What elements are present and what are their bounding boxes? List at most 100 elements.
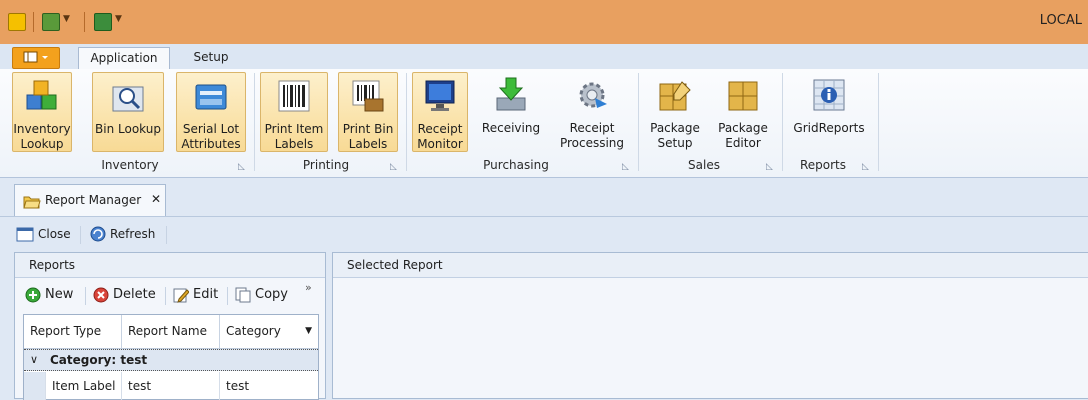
dialog-launcher-icon[interactable]: ◺ [622,162,629,172]
toolbar-separator [227,287,228,305]
package-pencil-icon [659,81,691,111]
add-icon [25,287,41,303]
button-label: GridReports [793,121,865,135]
button-label: Package Editor [718,121,768,150]
monitor-icon [425,80,455,111]
title-bar: ▼ ▼ LOCAL [0,0,1088,44]
ribbon: Inventory Lookup Bin Lookup Serial Lot A… [0,69,1088,178]
toolbar-separator [166,226,167,244]
cubes-icon [26,80,57,110]
quick-action-icon[interactable] [42,13,60,31]
column-header-label: Category [226,324,281,338]
column-header-report-name[interactable]: Report Name [122,315,220,349]
refresh-icon [90,226,106,242]
document-tab-bar: Report Manager ✕ [0,178,1088,217]
group-label-purchasing: Purchasing [483,158,549,172]
button-label: Receipt Processing [559,121,625,150]
group-row[interactable]: ∨ Category: test [24,349,318,371]
barcode-bin-icon [352,80,384,112]
toolbar-separator [85,287,86,305]
group-separator [254,73,255,171]
button-label: Receipt Monitor [417,122,463,151]
group-separator [638,73,639,171]
button-label: Receiving [481,121,541,135]
column-header-report-type[interactable]: Report Type [24,315,122,349]
cell-report-type[interactable]: Item Label [46,372,122,400]
receipt-processing-button[interactable]: Receipt Processing [556,72,628,152]
serial-lot-attributes-button[interactable]: Serial Lot Attributes [176,72,246,152]
receiving-arrow-icon [496,77,526,111]
dialog-launcher-icon[interactable]: ◺ [238,162,245,172]
delete-button[interactable]: Delete [113,287,156,302]
receiving-button[interactable]: Receiving [476,72,546,152]
dialog-launcher-icon[interactable]: ◺ [862,162,869,172]
group-label-printing: Printing [302,158,350,172]
group-separator [782,73,783,171]
selected-report-panel: Selected Report [332,252,1088,399]
tab-report-manager[interactable]: Report Manager ✕ [14,184,166,216]
filter-dropdown-icon[interactable]: ▼ [305,315,312,348]
reports-panel-title: Reports [29,258,76,272]
copy-icon [235,287,251,303]
delete-icon [93,287,109,303]
dialog-launcher-icon[interactable]: ◺ [390,162,397,172]
chevron-down-icon[interactable]: ▼ [115,14,122,24]
dialog-launcher-icon[interactable]: ◺ [766,162,773,172]
group-separator [878,73,879,171]
group-label-sales: Sales [688,158,720,172]
toolbar: Close Refresh [14,222,1088,248]
cell-report-name[interactable]: test [122,372,220,400]
app-icon[interactable] [8,13,26,31]
grid-info-icon [813,79,845,111]
close-button[interactable]: Close [38,227,71,241]
refresh-button[interactable]: Refresh [110,227,155,241]
qat-separator [33,12,34,32]
tab-application[interactable]: Application [78,47,170,69]
window-close-icon [16,227,34,242]
chevron-down-icon[interactable]: ▼ [63,14,70,24]
toolbar-separator [80,226,81,244]
button-label: Serial Lot Attributes [181,122,241,151]
table-row-indent [24,372,46,400]
gridreports-button[interactable]: GridReports [788,72,870,152]
print-bin-labels-button[interactable]: Print Bin Labels [338,72,398,152]
close-icon[interactable]: ✕ [151,192,161,206]
button-label: Package Setup [650,121,700,150]
application-menu-button[interactable] [12,47,60,69]
edit-button[interactable]: Edit [193,287,218,302]
toolbar-separator [165,287,166,305]
bin-lookup-button[interactable]: Bin Lookup [92,72,164,152]
copy-button[interactable]: Copy [255,287,288,302]
button-label: Print Item Labels [264,122,324,151]
reports-panel: Reports New Delete Edit Copy » Report Ty… [14,252,326,400]
tab-label: Report Manager [45,193,142,207]
tab-setup[interactable]: Setup [180,47,242,69]
menu-icon [23,51,48,63]
reports-panel-header: Reports [15,253,325,278]
group-separator [406,73,407,171]
barcode-icon [278,80,310,112]
print-item-labels-button[interactable]: Print Item Labels [260,72,328,152]
more-options-icon[interactable]: » [305,281,312,294]
selected-report-header: Selected Report [333,253,1088,278]
package-setup-button[interactable]: Package Setup [644,72,706,152]
cell-category[interactable]: test [220,372,318,400]
customize-icon[interactable] [94,13,112,31]
button-label: Print Bin Labels [342,122,394,151]
inventory-lookup-button[interactable]: Inventory Lookup [12,72,72,152]
button-label: Bin Lookup [95,122,161,136]
ribbon-tab-strip: Application Setup [0,44,1088,70]
card-scanner-icon [195,84,227,110]
new-button[interactable]: New [45,287,73,302]
chevron-down-icon[interactable]: ∨ [30,353,38,366]
group-label: Category: test [50,353,148,367]
column-header-category[interactable]: Category ▼ [220,315,318,349]
package-icon [728,81,758,111]
reports-toolbar: New Delete Edit Copy » [15,279,325,311]
edit-icon [173,288,189,303]
group-label-reports: Reports [799,158,847,172]
button-label: Inventory Lookup [13,122,71,151]
selected-report-title: Selected Report [347,258,443,272]
receipt-monitor-button[interactable]: Receipt Monitor [412,72,468,152]
package-editor-button[interactable]: Package Editor [712,72,774,152]
